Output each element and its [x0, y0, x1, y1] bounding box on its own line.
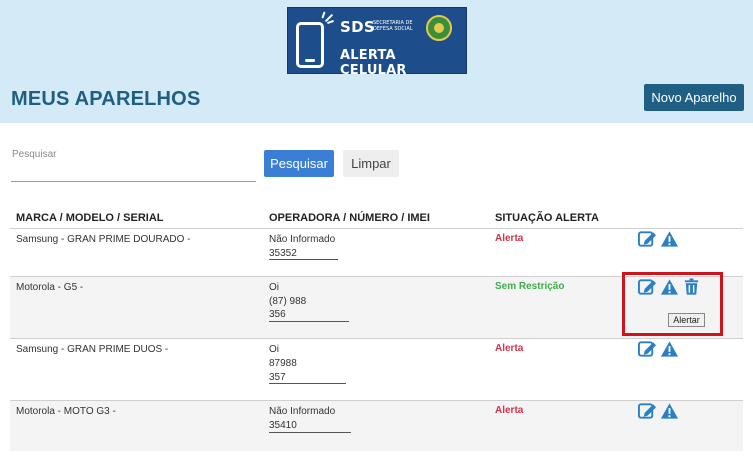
- table-row: Samsung - GRAN PRIME DUOS - Oi 87988 357…: [10, 339, 743, 400]
- imei-underline: [269, 259, 338, 260]
- table-row: Motorola - MOTO G3 - Não Informado 35410…: [10, 401, 743, 451]
- carrier-cell: Oi: [269, 344, 279, 355]
- warning-icon[interactable]: [660, 340, 679, 358]
- page-title: MEUS APARELHOS: [11, 88, 201, 110]
- imei-underline: [269, 383, 346, 384]
- logo-brand: SDS: [340, 18, 375, 36]
- imei-cell: 356: [269, 309, 286, 320]
- edit-icon[interactable]: [638, 340, 657, 358]
- device-cell: Motorola - G5 -: [16, 282, 84, 293]
- carrier-cell: Não Informado: [269, 406, 336, 417]
- warning-icon[interactable]: [660, 230, 679, 248]
- search-button[interactable]: Pesquisar: [264, 150, 334, 177]
- new-device-button[interactable]: Novo Aparelho: [644, 84, 744, 111]
- logo-product: ALERTA CELULAR: [340, 48, 407, 78]
- warning-icon[interactable]: [660, 402, 679, 420]
- search-label: Pesquisar: [12, 149, 57, 160]
- imei-underline: [269, 321, 349, 322]
- device-cell: Motorola - MOTO G3 -: [16, 406, 116, 417]
- search-input[interactable]: [11, 160, 256, 182]
- signal-rays-icon: [318, 11, 335, 25]
- status-badge: Alerta: [495, 405, 524, 416]
- edit-icon[interactable]: [638, 402, 657, 420]
- alert-tooltip: Alertar: [668, 313, 705, 327]
- alerta-celular-logo: SDS SECRETARIA DE DEFESA SOCIAL ALERTA C…: [287, 7, 467, 78]
- row-actions: [638, 230, 679, 248]
- number-cell: 87988: [269, 358, 297, 369]
- row-actions: [638, 340, 679, 358]
- imei-underline: [269, 432, 351, 433]
- carrier-cell: Não Informado: [269, 234, 336, 245]
- logo-subtitle: SECRETARIA DE DEFESA SOCIAL: [373, 20, 413, 32]
- column-header-status: SITUAÇÃO ALERTA: [495, 212, 599, 224]
- edit-icon[interactable]: [638, 230, 657, 248]
- column-header-device: MARCA / MODELO / SERIAL: [16, 212, 164, 224]
- table-row: Samsung - GRAN PRIME DOURADO - Não Infor…: [10, 229, 743, 276]
- page-header: SDS SECRETARIA DE DEFESA SOCIAL ALERTA C…: [0, 0, 753, 123]
- phone-icon: [296, 22, 324, 68]
- row-actions: [638, 402, 679, 420]
- column-header-carrier: OPERADORA / NÚMERO / IMEI: [269, 212, 430, 224]
- status-badge: Alerta: [495, 343, 524, 354]
- device-cell: Samsung - GRAN PRIME DOURADO -: [16, 234, 191, 245]
- state-seal-icon: [426, 15, 452, 41]
- status-badge: Sem Restrição: [495, 281, 565, 292]
- clear-button[interactable]: Limpar: [343, 150, 399, 177]
- carrier-cell: Oi: [269, 282, 279, 293]
- imei-cell: 35410: [269, 420, 297, 431]
- number-cell: (87) 988: [269, 296, 307, 307]
- status-badge: Alerta: [495, 233, 524, 244]
- device-cell: Samsung - GRAN PRIME DUOS -: [16, 344, 169, 355]
